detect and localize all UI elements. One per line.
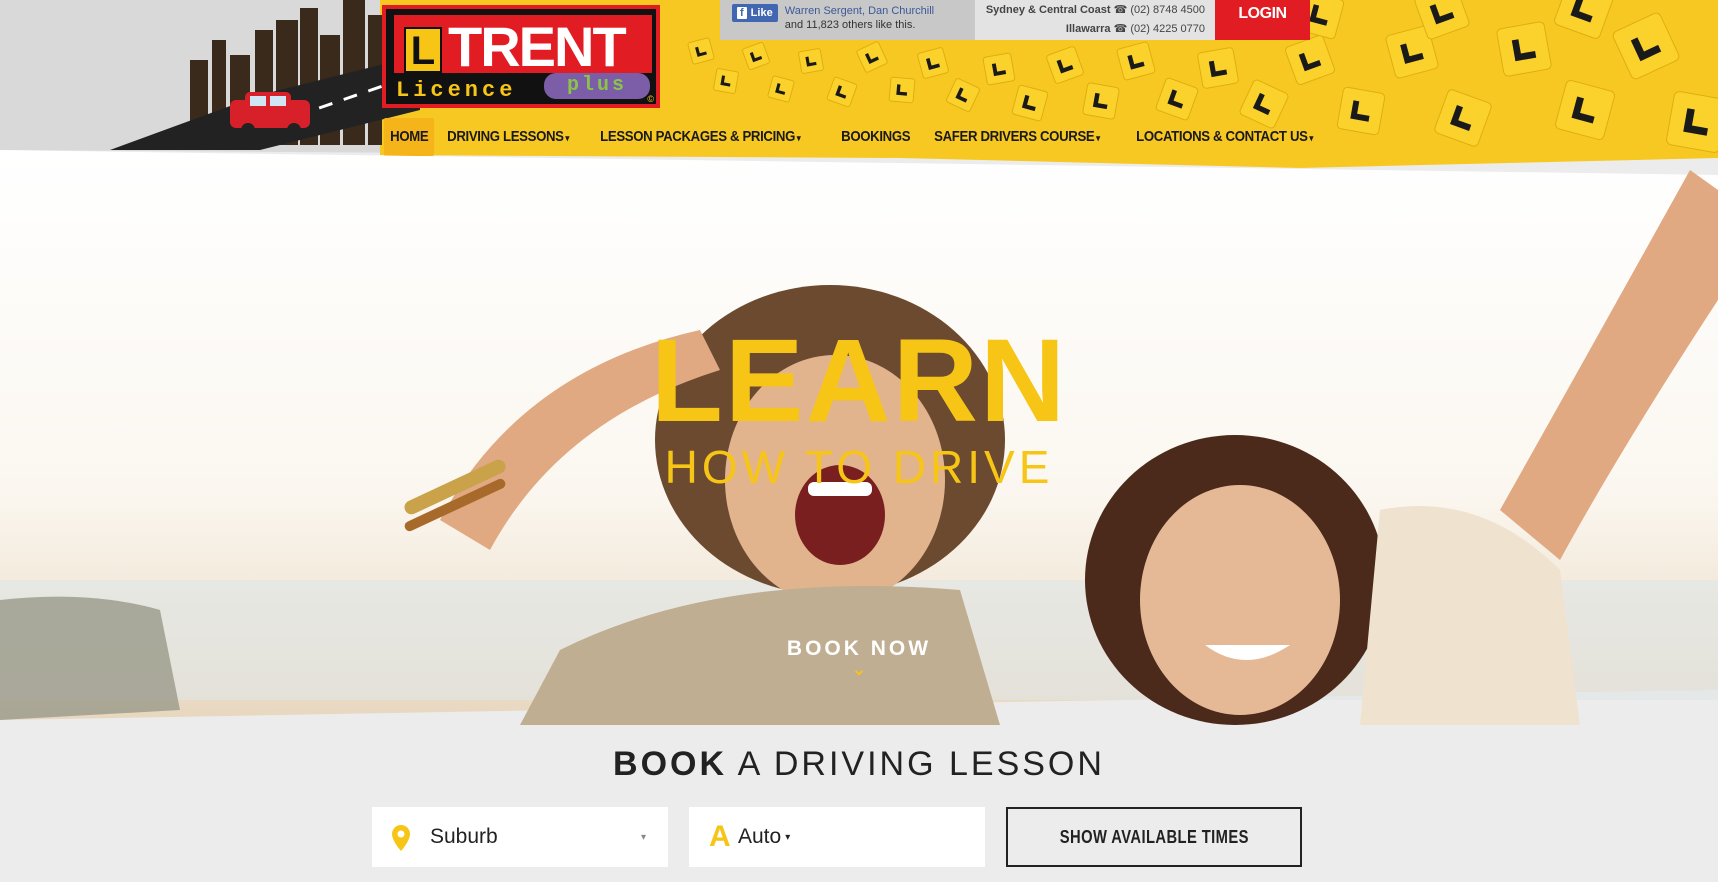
hero-subtitle: HOW TO DRIVE [664,441,1054,493]
contact-region: Illawarra [1065,23,1111,35]
logo-red-panel: L TRENT [394,15,652,78]
contact-sydney: Sydney & Central Coast ☎ (02) 8748 4500 [975,1,1205,20]
facebook-like-box: f Like Warren Sergent, Dan Churchill and … [720,0,975,40]
hero-banner: LEARN HOW TO DRIVE BOOK NOW ⌄ [0,150,1718,725]
l-plate-decor [1082,82,1120,120]
facebook-like-count: and 11,823 others like this. [784,19,916,31]
book-now-link[interactable]: BOOK NOW [0,637,1718,661]
logo-wordmark: TRENT [448,15,627,78]
l-plate-decor [888,76,916,104]
l-plate-decor [1197,47,1239,89]
site-logo[interactable]: L TRENT Licence plus © [382,5,660,108]
l-plate-decor [713,68,739,94]
caret-down-icon: ▾ [785,832,791,843]
caret-down-icon: ▾ [640,832,646,843]
caret-down-icon: ▾ [796,132,801,143]
transmission-value: Auto ▾ [738,825,791,848]
caret-down-icon: ▾ [1096,132,1100,143]
caret-down-icon: ▾ [1309,132,1314,143]
logo-copyright: © [647,94,654,104]
contact-numbers: Sydney & Central Coast ☎ (02) 8748 4500 … [975,0,1215,40]
l-plate-decor [982,52,1016,86]
contact-phone[interactable]: (02) 4225 0770 [1130,23,1205,35]
chevron-down-icon[interactable]: ⌄ [0,660,1718,680]
show-available-times-button[interactable]: SHOW AVAILABLE TIMES [1006,807,1302,867]
login-button[interactable]: LOGIN [1215,0,1310,40]
contact-illawarra: Illawarra ☎ (02) 4225 0770 [975,20,1205,39]
phone-icon: ☎ [1113,4,1128,16]
suburb-select[interactable]: Suburb ▾ [372,807,668,867]
l-plate-decor [798,48,824,74]
logo-l-plate: L [404,27,442,73]
hero-title: LEARN [650,315,1068,447]
facebook-friend-names[interactable]: Warren Sergent, Dan Churchill [785,5,934,17]
location-pin-icon [392,825,410,851]
facebook-icon: f [737,7,747,19]
contact-phone[interactable]: (02) 8748 4500 [1130,4,1205,16]
suburb-value: Suburb [430,825,498,848]
transmission-icon: A [709,820,731,853]
caret-down-icon: ▾ [565,132,570,143]
contact-region: Sydney & Central Coast [985,4,1111,16]
phone-icon: ☎ [1113,23,1128,35]
booking-title: BOOK A DRIVING LESSON [613,745,1105,783]
logo-licence-text: Licence [396,78,517,103]
transmission-select[interactable]: A Auto ▾ [689,807,985,867]
l-plate-decor [1496,21,1552,77]
l-plate-decor [1666,91,1718,153]
facebook-like-button[interactable]: f Like [732,4,778,22]
logo-plus-badge: plus [544,73,650,99]
